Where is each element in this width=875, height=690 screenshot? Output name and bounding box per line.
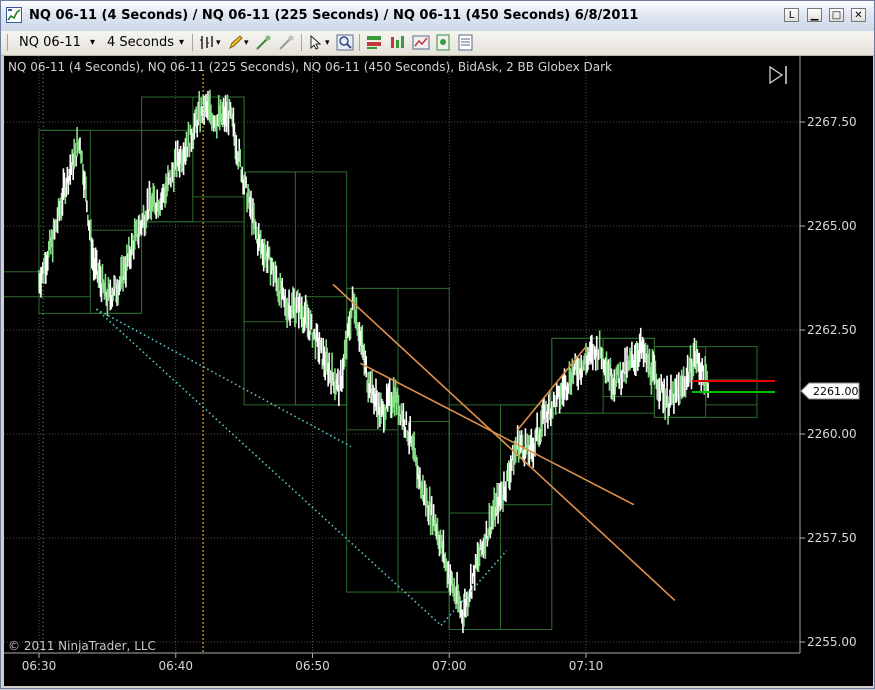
price-tick-label: 2255.00 [807,635,857,649]
time-tick-label: 07:10 [569,659,604,673]
dotted-zigzag-line[interactable] [95,308,442,626]
range-box [4,271,40,298]
magnifier-icon[interactable] [336,34,354,51]
instrument-dropdown-icon[interactable]: ▾ [90,37,95,48]
strategies-icon[interactable] [412,34,430,51]
price-tick-label: 2267.50 [807,115,857,129]
cursor-dropdown-icon[interactable]: ▾ [325,38,330,48]
price-tick-label: 2262.50 [807,323,857,337]
grid-layer [4,56,800,653]
interval-dropdown-icon[interactable]: ▾ [179,37,184,48]
scroll-to-end-icon[interactable] [769,65,787,85]
price-tick-label: 2257.50 [807,531,857,545]
price-axis[interactable]: 2267.50 2265.00 2262.50 2260.00 2257.50 2255.… [800,115,857,649]
chart-app-icon [6,7,22,23]
window-title: NQ 06-11 (4 Seconds) / NQ 06-11 (225 Sec… [29,8,639,23]
interval-selector[interactable]: 4 Seconds [107,35,174,50]
time-tick-label: 06:30 [22,659,57,673]
cursor-icon[interactable] [307,34,325,51]
range-box [397,421,450,593]
zoom-in-icon[interactable] [255,34,273,51]
time-tick-label: 07:00 [432,659,467,673]
pencil-icon[interactable] [227,34,245,51]
time-axis[interactable]: 06:30 06:40 06:50 07:00 07:10 [22,653,604,673]
data-box-icon[interactable] [434,34,452,51]
current-price-label: 2261.00 [813,385,859,398]
chart-window: NQ 06-11 (4 Seconds) / NQ 06-11 (225 Sec… [0,0,875,689]
price-series [38,89,709,634]
instrument-selector[interactable]: NQ 06-11 [19,35,81,50]
time-tick-label: 06:40 [158,659,193,673]
drawing-objects[interactable] [95,283,676,626]
price-tick-label: 2265.00 [807,219,857,233]
chart-canvas[interactable]: 06:30 06:40 06:50 07:00 07:10 2267.50 2265.00… [4,56,873,686]
indicators-icon[interactable] [389,34,407,51]
time-tick-label: 06:50 [295,659,330,673]
close-button[interactable]: ✕ [851,8,866,22]
copyright-text: © 2011 NinjaTrader, LLC [8,639,156,653]
maximize-button[interactable]: □ [829,8,844,22]
current-price-marker: 2261.00 [800,382,860,400]
zoom-out-icon[interactable] [278,34,296,51]
chart-toolbar: NQ 06-11 ▾ 4 Seconds ▾ ▾ ▾ ▾ [1,31,874,56]
bar-style-icon[interactable] [198,34,216,51]
link-button[interactable]: L [784,8,799,22]
bar-style-dropdown-icon[interactable]: ▾ [216,38,221,48]
price-tick-label: 2260.00 [807,427,857,441]
drawing-dropdown-icon[interactable]: ▾ [244,38,249,48]
chart-header: NQ 06-11 (4 Seconds), NQ 06-11 (225 Seco… [8,60,612,74]
title-bar[interactable]: NQ 06-11 (4 Seconds) / NQ 06-11 (225 Sec… [1,1,874,32]
properties-icon[interactable] [457,34,475,51]
price-chart[interactable]: 06:30 06:40 06:50 07:00 07:10 2267.50 2265.00… [4,56,873,686]
instrument-properties-icon[interactable] [365,34,383,51]
minimize-button[interactable]: ▁ [807,8,822,22]
